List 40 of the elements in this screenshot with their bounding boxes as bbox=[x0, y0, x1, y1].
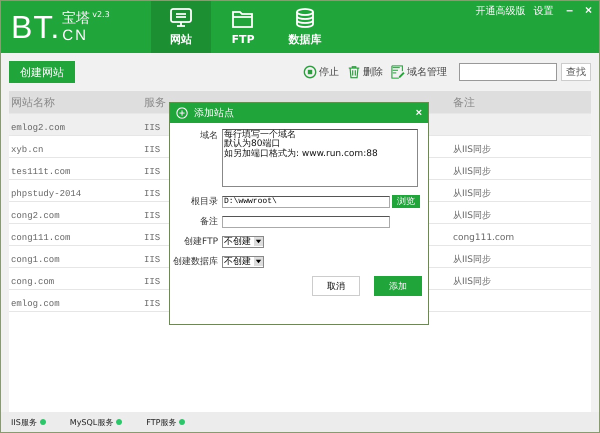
column-header: 备注 bbox=[453, 94, 476, 110]
table-cell: 从IIS同步 bbox=[453, 189, 492, 199]
table-cell: 从IIS同步 bbox=[453, 277, 492, 287]
brand-name: 宝塔$^{v2.3}$ bbox=[62, 10, 110, 26]
table-cell: cong111.com bbox=[11, 233, 70, 243]
table-cell: IIS bbox=[144, 167, 160, 177]
table-cell: cong2.com bbox=[11, 211, 60, 221]
table-cell: emlog.com bbox=[11, 299, 60, 309]
dialog-title: 添加站点 bbox=[194, 106, 234, 120]
table-cell: IIS bbox=[144, 277, 160, 287]
field-label: 根目录 bbox=[190, 196, 218, 208]
table-cell: xyb.cn bbox=[11, 145, 44, 155]
column-header: 服务 bbox=[144, 94, 167, 110]
field-label: 创建FTP bbox=[183, 236, 218, 248]
table-cell: IIS bbox=[144, 189, 160, 199]
table-cell: IIS bbox=[144, 123, 160, 133]
field-label: 备注 bbox=[199, 216, 218, 228]
table-cell: cong1.com bbox=[11, 255, 60, 265]
column-header: 网站名称 bbox=[10, 94, 56, 110]
service-status: MySQL服务 bbox=[70, 416, 114, 428]
table-cell: phpstudy-2014 bbox=[11, 189, 82, 199]
table-cell: 从IIS同步 bbox=[453, 211, 492, 221]
logo-text: BT. bbox=[11, 8, 60, 46]
service-status: FTP服务 bbox=[146, 416, 176, 428]
table-cell: cong.com bbox=[11, 277, 54, 287]
field-label: 域名 bbox=[199, 130, 218, 142]
table-cell: 从IIS同步 bbox=[453, 167, 492, 177]
table-cell: 从IIS同步 bbox=[453, 255, 492, 265]
service-status: IIS服务 bbox=[11, 416, 37, 428]
table-cell: tes111t.com bbox=[11, 167, 70, 177]
table-cell: IIS bbox=[144, 233, 160, 243]
brand-domain: CN bbox=[62, 28, 89, 44]
table-cell: IIS bbox=[144, 211, 160, 221]
field-label: 创建数据库 bbox=[172, 256, 218, 268]
table-cell: emlog2.com bbox=[11, 123, 66, 133]
table-cell: cong111.com bbox=[453, 233, 514, 243]
table-cell: IIS bbox=[144, 255, 160, 265]
table-cell: IIS bbox=[144, 299, 160, 309]
table-cell: 从IIS同步 bbox=[453, 145, 492, 155]
table-cell: IIS bbox=[144, 145, 160, 155]
